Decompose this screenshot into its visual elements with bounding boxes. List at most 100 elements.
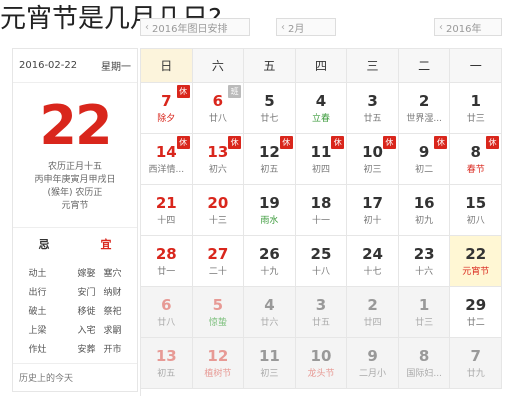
calendar-day-cell[interactable]: 1 廿三 xyxy=(450,83,502,134)
workday-badge: 班 xyxy=(228,85,242,98)
calendar-day-cell[interactable]: 3 廿五 xyxy=(295,287,348,338)
calendar-day-cell[interactable]: 6 廿八班 xyxy=(192,83,245,134)
lunar-date: 立春 xyxy=(311,114,330,124)
calendar-day-cell[interactable]: 9 二月小 xyxy=(347,338,399,389)
day-number: 1 xyxy=(418,296,430,314)
calendar-day-cell[interactable]: 22 元宵节 xyxy=(450,236,502,287)
lunar-date: 十三 xyxy=(208,216,227,226)
day-number: 5 xyxy=(264,92,275,110)
lunar-date: 二十 xyxy=(208,267,227,277)
lunar-date: 雨水 xyxy=(260,216,279,226)
calendar-day-cell[interactable]: 26 十九 xyxy=(244,236,296,287)
calendar-day-cell[interactable]: 4 立春 xyxy=(295,83,348,134)
day-number: 11 xyxy=(258,347,280,365)
yi-item: 入宅 xyxy=(77,326,96,336)
ji-item: 作灶 xyxy=(28,345,47,355)
calendar-day-cell[interactable]: 11 初四休 xyxy=(295,134,348,185)
calendar-day-cell[interactable]: 5 廿七 xyxy=(244,83,296,134)
weekday-label: 三 xyxy=(347,49,399,83)
calendar-day-cell[interactable]: 13 初六休 xyxy=(192,134,245,185)
calendar-day-cell[interactable]: 7 廿九 xyxy=(450,338,502,389)
calendar-day-cell[interactable]: 2 世界湿... xyxy=(398,83,451,134)
lunar-date: 廿四 xyxy=(363,318,382,328)
chevron-left-icon[interactable]: ‹ xyxy=(281,22,285,33)
calendar-day-cell[interactable]: 8 春节休 xyxy=(450,134,502,185)
calendar-day-cell[interactable]: 14 西洋情... 休 xyxy=(141,134,193,185)
lunar-date: 廿一 xyxy=(157,267,176,277)
lunar-date: 十七 xyxy=(363,267,382,277)
day-number: 12 xyxy=(207,347,229,365)
lunar-date: 初三 xyxy=(363,165,382,175)
calendar-day-cell[interactable]: 6 廿八 xyxy=(141,287,193,338)
lunar-date: 惊蛰 xyxy=(208,318,227,328)
calendar-day-cell[interactable]: 28 廿一 xyxy=(141,236,193,287)
calendar-day-cell[interactable]: 3 廿五 xyxy=(347,83,399,134)
weekday-label: 日 xyxy=(141,49,193,83)
year-select-label: 2016年 xyxy=(446,23,482,35)
day-number: 3 xyxy=(315,296,327,314)
lunar-date: 龙头节 xyxy=(307,369,335,379)
lunar-date: 廿五 xyxy=(363,114,382,124)
lunar-date: 初五 xyxy=(260,165,279,175)
calendar-day-cell[interactable]: 21 十四 xyxy=(141,185,193,236)
calendar-day-cell[interactable]: 12 初五休 xyxy=(244,134,296,185)
chevron-left-icon[interactable]: ‹ xyxy=(145,22,149,33)
calendar-day-cell[interactable]: 29 廿二 xyxy=(450,287,502,338)
yi-item: 祭祀 xyxy=(103,307,122,317)
lunar-date: 初六 xyxy=(208,165,227,175)
day-number: 29 xyxy=(465,296,487,314)
lunar-date: 十四 xyxy=(157,216,176,226)
calendar-day-cell[interactable]: 19 雨水 xyxy=(244,185,296,236)
calendar-day-cell[interactable]: 12 植树节 xyxy=(192,338,245,389)
weekday-header: 日六五四三二一 xyxy=(141,49,502,83)
lunar-date: 廿八 xyxy=(157,318,176,328)
chevron-left-icon[interactable]: ‹ xyxy=(439,22,443,33)
lunar-date: 除夕 xyxy=(157,114,176,124)
month-select-label: 2月 xyxy=(288,23,305,35)
yi-item: 安门 xyxy=(77,288,96,298)
day-number: 17 xyxy=(362,194,383,212)
calendar-day-cell[interactable]: 11 初三 xyxy=(244,338,296,389)
calendar-day-cell[interactable]: 24 十七 xyxy=(347,236,399,287)
ji-item: 动土 xyxy=(28,269,47,279)
yi-ji-header: 忌 宜 xyxy=(13,227,137,252)
calendar-day-cell[interactable]: 1 廿三 xyxy=(398,287,451,338)
calendar-day-cell[interactable]: 2 廿四 xyxy=(347,287,399,338)
calendar-day-cell[interactable]: 9 初二休 xyxy=(398,134,451,185)
day-number: 4 xyxy=(315,92,327,110)
lunar-date: 十九 xyxy=(260,267,279,277)
calendar-day-cell[interactable]: 7 除夕休 xyxy=(141,83,193,134)
month-calendar: 日六五四三二一 7 除夕休 6 廿八班 5 廿七 4 立春 3 廿五 2 世界湿... 1 廿三 14 西洋情… xyxy=(140,48,502,396)
calendar-day-cell[interactable]: 18 十一 xyxy=(295,185,348,236)
calendar-day-cell[interactable]: 16 初九 xyxy=(398,185,451,236)
calendar-day-cell[interactable]: 20 十三 xyxy=(192,185,245,236)
calendar-day-cell[interactable]: 23 十六 xyxy=(398,236,451,287)
lunar-date: 十六 xyxy=(415,267,434,277)
day-number: 2 xyxy=(418,92,430,110)
calendar-day-cell[interactable]: 5 惊蛰 xyxy=(192,287,245,338)
calendar-day-cell[interactable]: 15 初八 xyxy=(450,185,502,236)
day-number: 10 xyxy=(310,347,332,365)
calendar-day-cell[interactable]: 8 国际妇... xyxy=(398,338,451,389)
yi-list: 嫁娶 安门 移徙 入宅 安葬 塞穴 纳财 祭祀 求嗣 开市 xyxy=(77,266,121,355)
calendar-day-cell[interactable]: 10 龙头节 xyxy=(295,338,348,389)
today-in-history[interactable]: 历史上的今天 xyxy=(13,363,137,391)
calendar-day-cell[interactable]: 13 初五 xyxy=(141,338,193,389)
month-select[interactable]: ‹ 2月 xyxy=(276,18,336,36)
lunar-date: 廿三 xyxy=(466,114,485,124)
yi-item: 嫁娶 xyxy=(77,269,96,279)
lunar-line: 元宵节 xyxy=(61,201,89,211)
ji-item: 破土 xyxy=(28,307,47,317)
year-select[interactable]: ‹ 2016年 xyxy=(434,18,502,36)
lunar-date: 初十 xyxy=(363,216,382,226)
calendar-day-cell[interactable]: 27 二十 xyxy=(192,236,245,287)
weekday-label: 一 xyxy=(450,49,502,83)
day-number: 8 xyxy=(418,347,430,365)
holiday-badge: 休 xyxy=(228,136,242,149)
holiday-arrangement-select[interactable]: ‹ 2016年图日安排 xyxy=(140,18,250,36)
calendar-day-cell[interactable]: 17 初十 xyxy=(347,185,399,236)
calendar-day-cell[interactable]: 4 廿六 xyxy=(244,287,296,338)
calendar-day-cell[interactable]: 10 初三休 xyxy=(347,134,399,185)
calendar-day-cell[interactable]: 25 十八 xyxy=(295,236,348,287)
holiday-badge: 休 xyxy=(382,136,396,149)
